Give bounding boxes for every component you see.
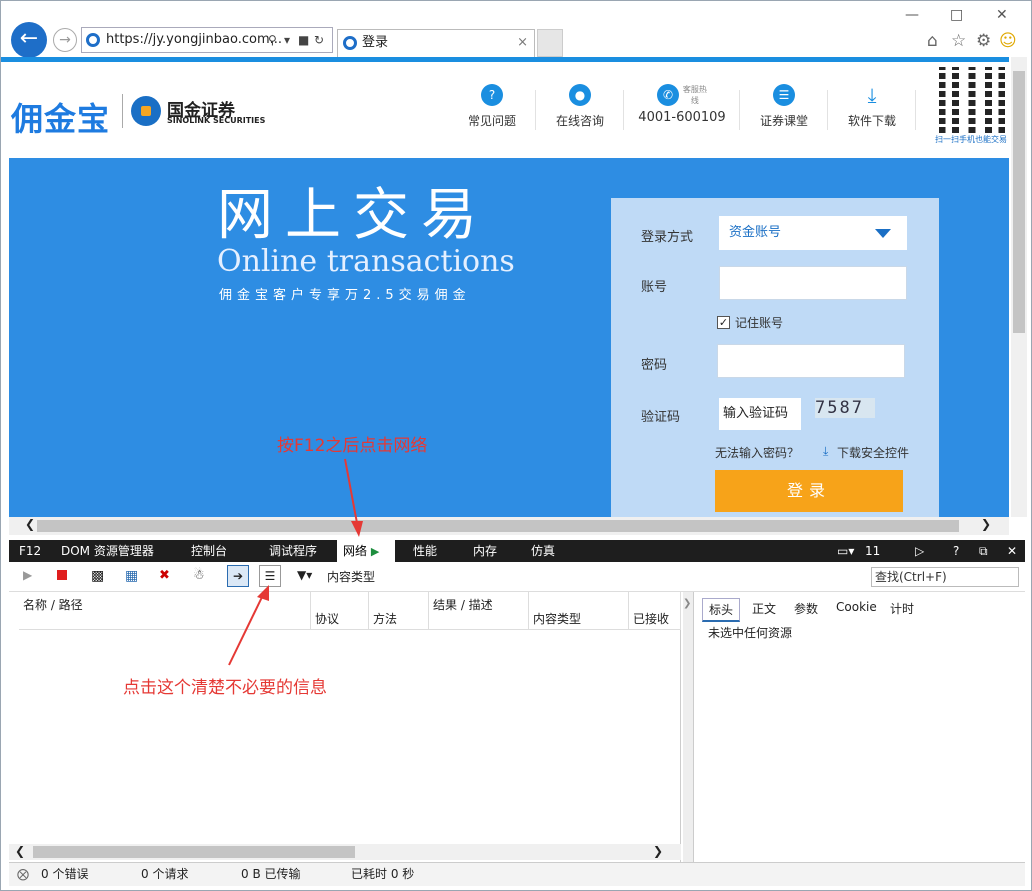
browser-window: ← → https://jy.yongjinbao.com... ⚲ ▾ ■ ↻… — [0, 0, 1032, 891]
arrowhead — [257, 585, 269, 601]
arrow-to-clear-button — [228, 594, 264, 666]
arrowhead — [351, 521, 363, 537]
annotation-arrows — [228, 458, 363, 666]
arrow-to-network-tab — [344, 458, 358, 524]
